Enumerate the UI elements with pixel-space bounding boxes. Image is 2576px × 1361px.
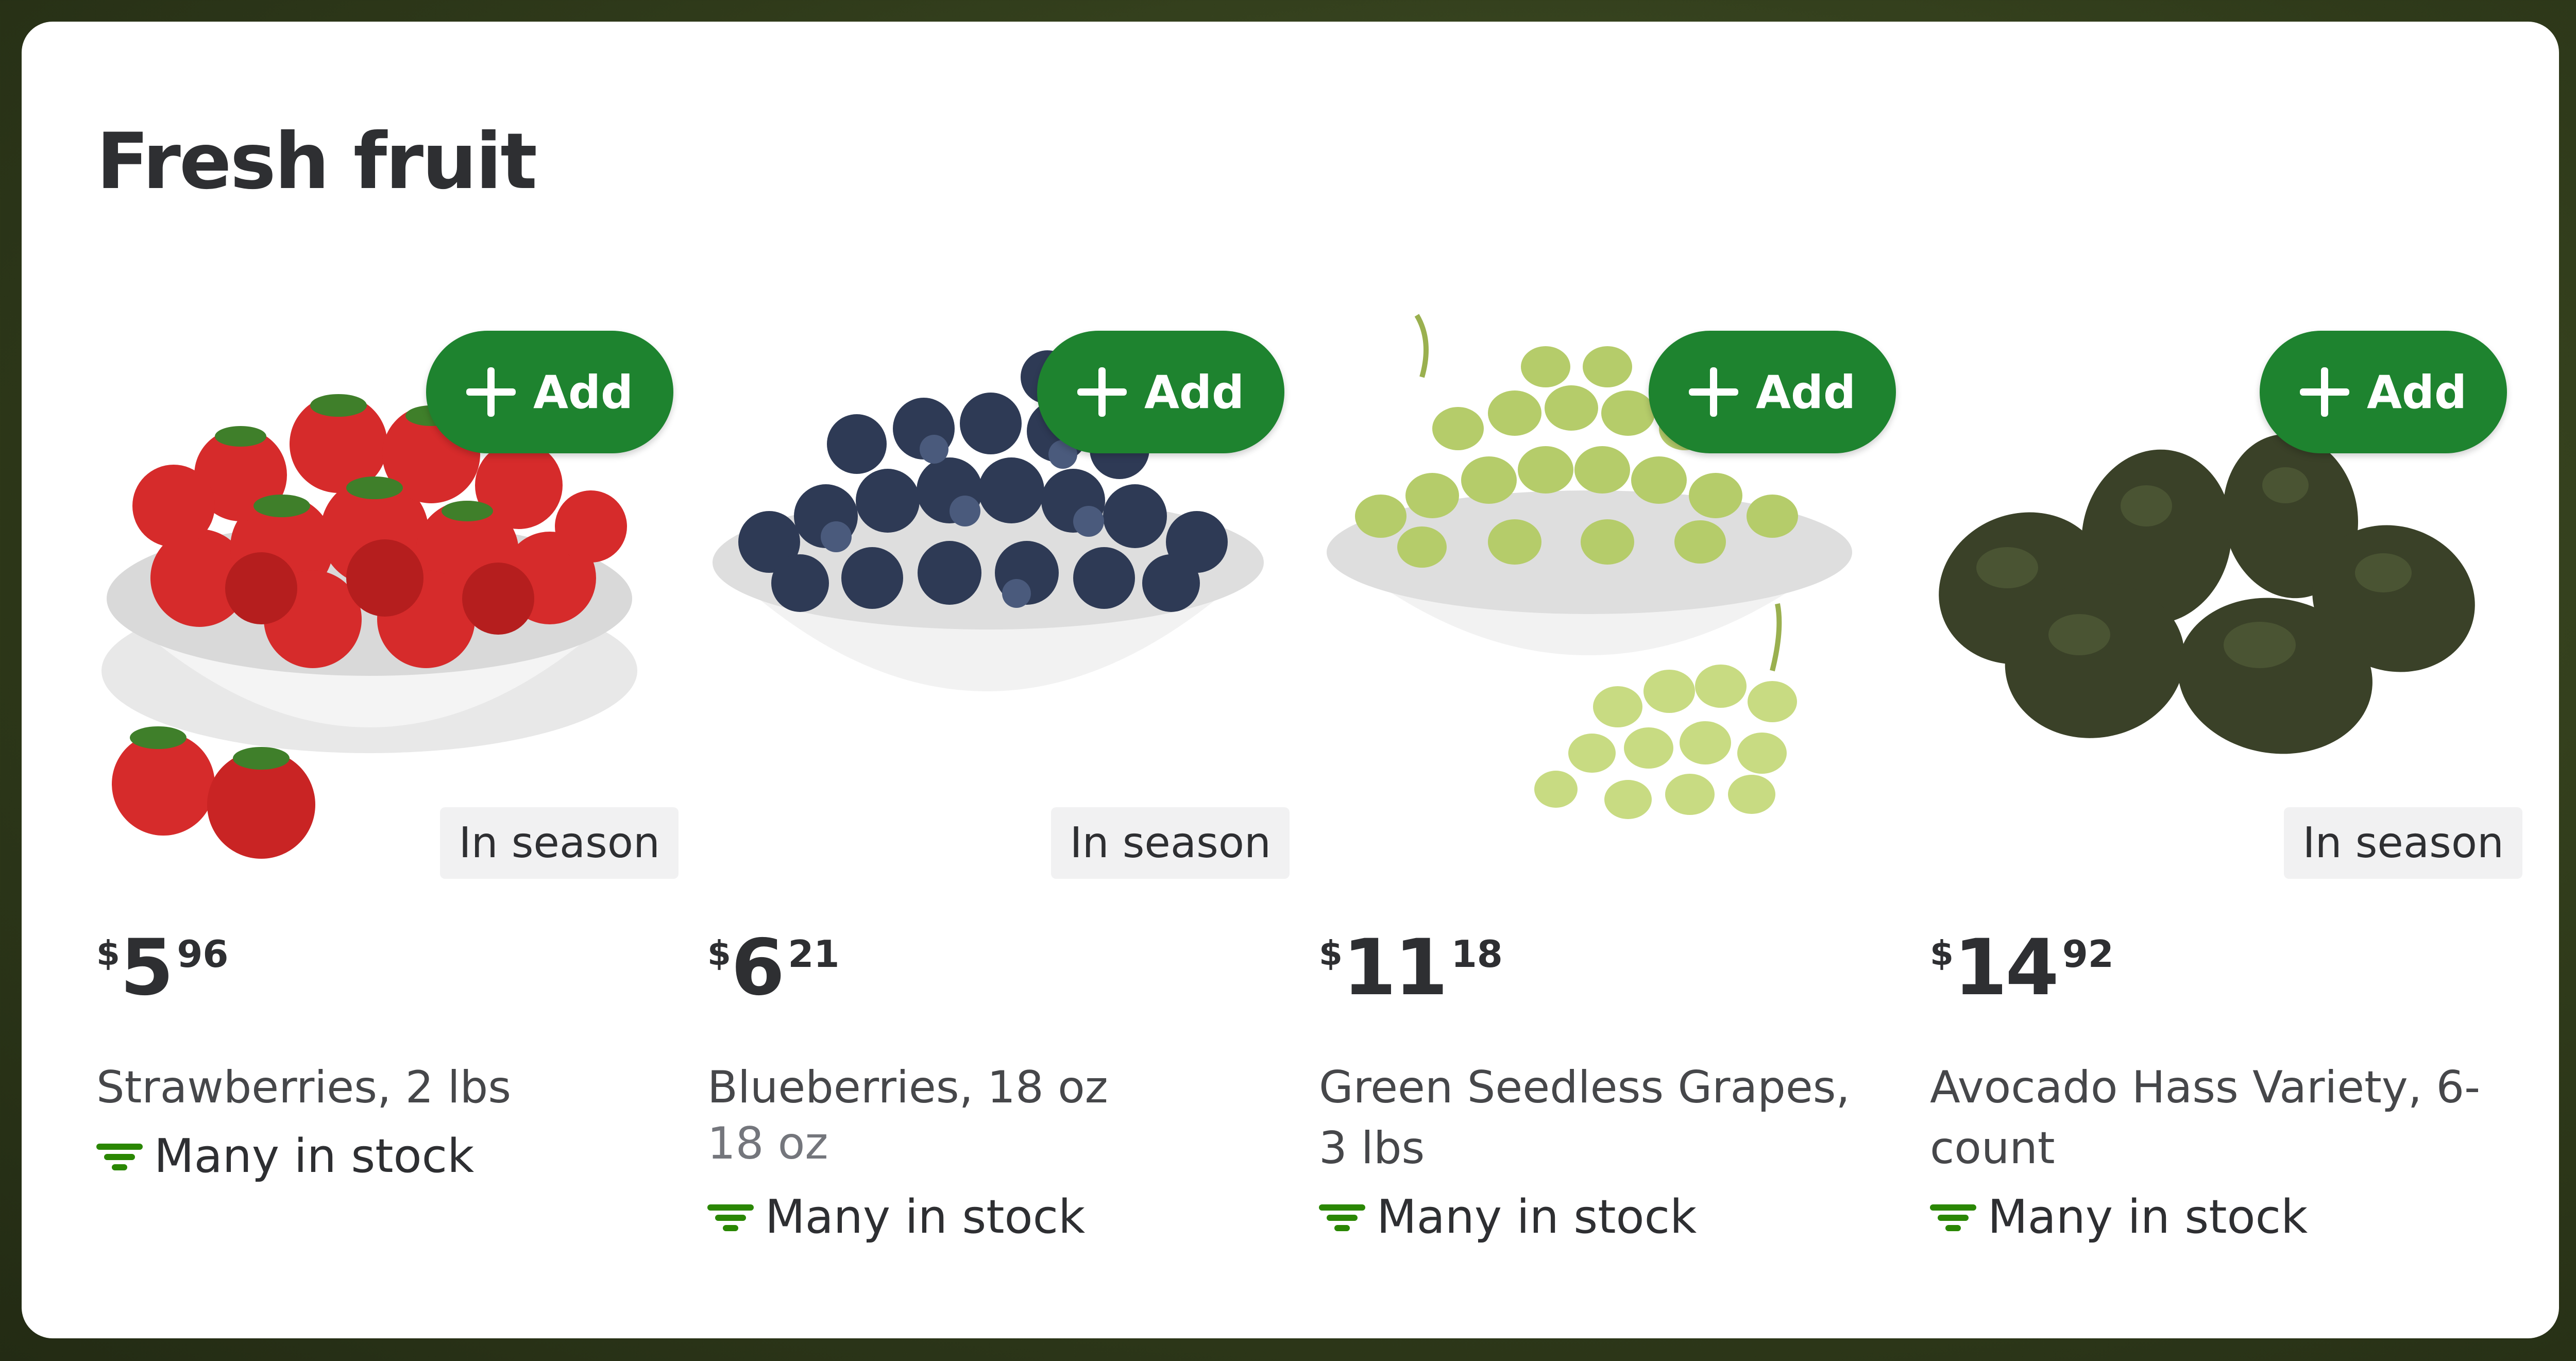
stock-status: Many in stock [1319,1190,1697,1244]
product-price: $5 96 [96,923,229,1013]
stock-status: Many in stock [96,1129,474,1183]
product-price: $11 18 [1319,923,1503,1013]
product-price: $14 92 [1930,923,2114,1013]
product-name[interactable]: Blueberries, 18 oz [707,1057,1274,1118]
stock-status: Many in stock [1930,1190,2308,1244]
product-price: $6 21 [707,923,840,1013]
product-name[interactable]: Strawberries, 2 lbs [96,1057,663,1118]
in-season-badge: In season [440,807,679,879]
product-name[interactable]: Green Seedless Grapes, 3 lbs [1319,1057,1886,1179]
in-season-badge: In season [1051,807,1290,879]
product-image[interactable]: Add In season [707,310,1290,879]
product-image[interactable]: Add [1319,310,1901,877]
product-size: 18 oz [707,1118,828,1169]
add-to-cart-button[interactable]: Add [2260,331,2507,453]
fresh-fruit-card: Fresh fruit Add In season $5 96 Strawber… [22,22,2559,1338]
stock-level-icon [96,1138,143,1175]
product-card-avocados[interactable]: Add In season $14 92 Avocado Hass Variety… [1930,310,2522,1289]
stock-level-icon [1930,1199,1976,1235]
add-to-cart-button[interactable]: Add [1649,331,1896,453]
product-card-strawberries[interactable]: Add In season $5 96 Strawberries, 2 lbs M… [96,310,679,1289]
add-to-cart-button[interactable]: Add [1037,331,1284,453]
plus-icon [1077,367,1127,417]
plus-icon [2299,367,2349,417]
in-season-badge: In season [2284,807,2522,879]
stock-status: Many in stock [707,1190,1085,1244]
product-card-blueberries[interactable]: Add In season $6 21 Blueberries, 18 oz 18… [707,310,1290,1289]
product-image[interactable]: Add In season [96,310,679,879]
stock-level-icon [1319,1199,1365,1235]
add-to-cart-button[interactable]: Add [426,331,673,453]
product-name[interactable]: Avocado Hass Variety, 6-count [1930,1057,2497,1179]
plus-icon [1688,367,1738,417]
section-title: Fresh fruit [96,117,537,207]
product-card-grapes[interactable]: Add $11 18 Green Seedless Grapes, 3 lbs M… [1319,310,1901,1289]
product-image[interactable]: Add In season [1930,310,2522,879]
stock-level-icon [707,1199,754,1235]
plus-icon [466,367,516,417]
